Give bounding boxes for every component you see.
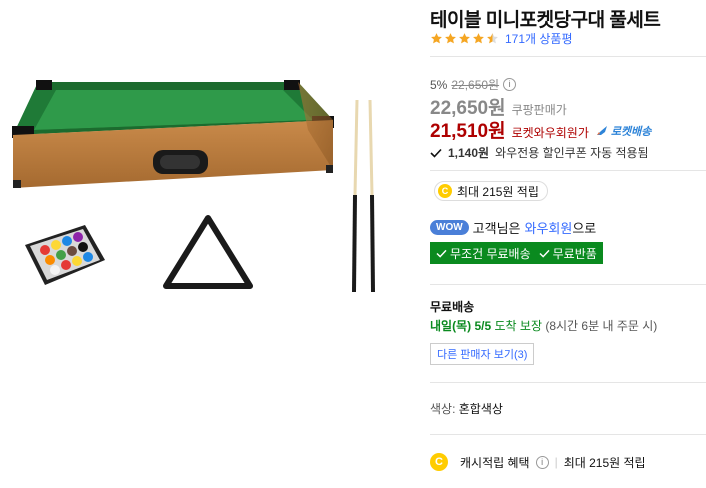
star-icon — [431, 33, 442, 44]
benefit-free-return: 무료반품 — [539, 245, 597, 262]
wow-price-label: 로켓와우회원가 — [511, 126, 589, 140]
main-product-image[interactable] — [8, 60, 338, 210]
delivery-guarantee: 도착 보장 — [494, 319, 542, 333]
wow-benefits-bar: 무조건 무료배송 무료반품 — [430, 242, 603, 264]
star-icon — [459, 33, 470, 44]
star-icon — [473, 33, 484, 44]
wow-badge: WOW — [430, 220, 469, 235]
delivery-date-row: 내일(목) 5/5 도착 보장 (8시간 6분 내 주문 시) — [430, 317, 657, 334]
rating-row[interactable]: 171개 상품평 — [430, 30, 573, 47]
wow-price-row: 21,510원 로켓와우회원가 로켓배송 — [430, 116, 651, 143]
cue-stick-image[interactable] — [350, 100, 380, 300]
coupon-row: 1,140원 와우전용 할인쿠폰 자동 적용됨 — [430, 144, 649, 161]
info-icon[interactable]: i — [503, 78, 517, 91]
discount-row: 5% 22,650원 i — [430, 76, 517, 93]
star-icon — [445, 33, 456, 44]
divider — [430, 434, 706, 435]
check-icon — [430, 148, 442, 158]
balls-thumbnail[interactable] — [20, 220, 110, 290]
wow-member-link[interactable]: 와우회원 — [525, 218, 573, 237]
other-sellers-button[interactable]: 다른 판매자 보기(3) — [430, 343, 535, 365]
cash-coin-icon: C — [430, 453, 448, 471]
option-key: 색상: — [430, 402, 456, 416]
coupon-amount: 1,140원 — [448, 146, 490, 160]
shipping-title: 무료배송 — [430, 300, 475, 314]
product-image-area — [0, 0, 420, 488]
original-price: 22,650원 — [451, 78, 500, 92]
separator: | — [554, 455, 558, 469]
cash-label: 캐시적립 혜택 — [460, 455, 530, 470]
rocket-delivery-label: 로켓배송 — [610, 126, 652, 138]
product-info-panel: 테이블 미니포켓당구대 풀세트 171개 상품평 5% 22,650원 i 22… — [430, 0, 706, 488]
divider — [430, 284, 706, 285]
check-icon — [539, 249, 550, 258]
benefit-free-shipping: 무조건 무료배송 — [436, 245, 531, 262]
divider — [430, 170, 706, 171]
discount-rate: 5% — [430, 77, 448, 92]
delivery-date: 내일(목) 5/5 — [430, 319, 492, 333]
half-star-icon — [487, 33, 498, 44]
divider — [430, 56, 706, 57]
star-rating — [430, 32, 499, 45]
option-value: 혼합색상 — [458, 402, 503, 416]
rocket-icon — [596, 126, 607, 135]
wow-member-row: WOW 고객님은 와우회원 으로 — [430, 218, 596, 237]
check-icon — [436, 249, 447, 258]
divider — [430, 382, 706, 383]
option-row: 색상: 혼합색상 — [430, 400, 503, 417]
cash-value: 최대 215원 적립 — [563, 455, 646, 470]
reward-badge: C 최대 215원 적립 — [434, 181, 548, 201]
wow-suffix: 으로 — [572, 221, 597, 236]
product-title: 테이블 미니포켓당구대 풀세트 — [430, 10, 661, 31]
wow-prefix: 고객님은 — [472, 221, 521, 236]
cash-coin-icon: C — [438, 184, 452, 198]
rocket-delivery-badge: 로켓배송 — [595, 123, 651, 139]
info-icon[interactable]: i — [535, 455, 549, 469]
reward-text: 최대 215원 적립 — [457, 184, 539, 199]
rack-thumbnail[interactable] — [158, 212, 258, 294]
cash-reward-row: C 캐시적립 혜택 i | 최대 215원 적립 — [430, 453, 646, 471]
coupon-text: 와우전용 할인쿠폰 자동 적용됨 — [495, 146, 649, 160]
delivery-condition: (8시간 6분 내 주문 시) — [545, 319, 658, 333]
wow-price: 21,510원 — [430, 121, 506, 142]
review-count-link[interactable]: 171개 상품평 — [505, 30, 573, 47]
